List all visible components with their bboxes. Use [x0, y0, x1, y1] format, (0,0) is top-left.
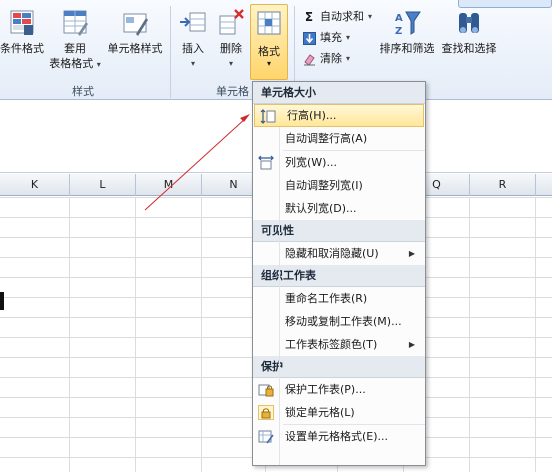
sort-filter-label: 排序和筛选	[379, 42, 435, 55]
menu-item-row-height[interactable]: 行高(H)...	[254, 104, 424, 127]
menu-item-label: 列宽(W)...	[285, 156, 337, 169]
sort-filter-icon: A Z	[392, 8, 422, 38]
table-format-icon	[60, 8, 90, 38]
menu-item-lock-cell[interactable]: 锁定单元格(L)	[253, 401, 425, 424]
cell-fragment	[0, 292, 4, 310]
column-header[interactable]: L	[70, 174, 136, 196]
menu-item-autofit-column-width[interactable]: 自动调整列宽(I)	[253, 174, 425, 197]
submenu-arrow-icon: ▶	[408, 340, 415, 349]
menu-item-label: 设置单元格格式(E)...	[285, 430, 389, 443]
submenu-arrow-icon: ▶	[408, 249, 415, 258]
menu-item-autofit-row-height[interactable]: 自动调整行高(A)	[253, 127, 425, 150]
menu-item-label: 默认列宽(D)...	[285, 202, 357, 215]
format-dropdown: ▾	[266, 59, 271, 68]
format-as-table-button[interactable]: 套用 表格格式 ▾	[48, 8, 102, 72]
cell-styles-icon	[120, 8, 150, 38]
fill-label: 填充	[320, 31, 342, 44]
menu-item-label: 锁定单元格(L)	[285, 406, 355, 419]
cells-group-label: 单元格	[216, 85, 249, 98]
lock-cell-icon	[258, 405, 274, 420]
protect-sheet-icon	[258, 382, 274, 397]
insert-button[interactable]: 插入 ▾	[176, 8, 210, 71]
svg-text:A: A	[395, 13, 403, 24]
menu-item-label: 移动或复制工作表(M)...	[285, 315, 402, 328]
conditional-format-icon	[7, 8, 37, 38]
menu-item-tab-color[interactable]: 工作表标签颜色(T) ▶	[253, 333, 425, 356]
menu-item-label: 保护工作表(P)...	[285, 383, 366, 396]
menu-section-header-cell-size: 单元格大小	[253, 82, 425, 104]
clear-dropdown: ▾	[346, 54, 351, 63]
conditional-format-label: 条件格式	[0, 42, 44, 55]
eraser-icon	[302, 52, 316, 66]
cell-styles-button[interactable]: 单元格样式	[104, 8, 166, 56]
menu-item-label: 重命名工作表(R)	[285, 292, 368, 305]
format-dropdown-menu: 单元格大小 行高(H)... 自动调整行高(A) 列宽(W)... 自动调整列宽…	[252, 81, 426, 466]
delete-label: 删除	[220, 42, 242, 55]
column-header[interactable]: R	[470, 174, 536, 196]
menu-item-column-width[interactable]: 列宽(W)...	[253, 151, 425, 174]
menu-item-move-copy-sheet[interactable]: 移动或复制工作表(M)...	[253, 310, 425, 333]
clear-button[interactable]: 清除 ▾	[302, 50, 350, 68]
autosum-label: 自动求和	[320, 10, 364, 23]
grid-line	[69, 197, 70, 472]
menu-item-label: 隐藏和取消隐藏(U)	[285, 247, 379, 260]
format-label: 格式	[258, 45, 280, 58]
find-select-label: 查找和选择	[441, 42, 497, 55]
sort-filter-button[interactable]: A Z 排序和筛选	[376, 8, 438, 56]
format-cells-grid-icon	[257, 11, 281, 35]
menu-item-default-width[interactable]: 默认列宽(D)...	[253, 197, 425, 220]
row-height-icon	[260, 109, 276, 124]
grid-line	[535, 197, 536, 472]
clear-label: 清除	[320, 52, 342, 65]
insert-dropdown[interactable]: ▾	[176, 56, 210, 71]
menu-item-label: 行高(H)...	[287, 109, 337, 122]
group-separator	[170, 6, 171, 98]
styles-group-label: 样式	[72, 85, 94, 98]
delete-button[interactable]: 删除 ▾	[214, 8, 248, 71]
binoculars-icon	[454, 8, 484, 38]
menu-item-format-cells[interactable]: 设置单元格格式(E)...	[253, 425, 425, 448]
grid-line	[201, 197, 202, 472]
table-format-label-1: 套用	[64, 42, 86, 55]
column-width-icon	[258, 155, 274, 170]
grid-line	[469, 197, 470, 472]
cell-styles-label: 单元格样式	[107, 42, 163, 55]
table-format-label-2: 表格格式 ▾	[49, 57, 101, 70]
menu-item-label: 自动调整行高(A)	[285, 132, 368, 145]
fill-dropdown: ▾	[346, 33, 351, 42]
menu-item-label: 自动调整列宽(I)	[285, 179, 363, 192]
delete-cells-icon	[216, 8, 246, 38]
sigma-icon: Σ	[304, 10, 314, 24]
autosum-button[interactable]: Σ 自动求和 ▾	[302, 8, 372, 26]
column-header[interactable]: M	[136, 174, 202, 196]
column-header[interactable]: K	[0, 174, 70, 196]
menu-item-hide-unhide[interactable]: 隐藏和取消隐藏(U) ▶	[253, 242, 425, 265]
autosum-dropdown: ▾	[368, 12, 373, 21]
menu-item-label: 工作表标签颜色(T)	[285, 338, 378, 351]
format-button[interactable]: 格式 ▾	[250, 4, 288, 80]
delete-dropdown[interactable]: ▾	[214, 56, 248, 71]
find-select-button[interactable]: 查找和选择	[438, 8, 500, 56]
grid-line	[135, 197, 136, 472]
menu-item-protect-sheet[interactable]: 保护工作表(P)...	[253, 378, 425, 401]
top-help-button[interactable]	[458, 0, 552, 8]
insert-cells-icon	[178, 8, 208, 38]
menu-item-rename-sheet[interactable]: 重命名工作表(R)	[253, 287, 425, 310]
fill-down-icon	[302, 31, 316, 45]
fill-button[interactable]: 填充 ▾	[302, 29, 350, 47]
format-cells-icon	[258, 429, 274, 444]
svg-text:Z: Z	[395, 26, 402, 37]
conditional-format-button[interactable]: 条件格式	[0, 8, 46, 56]
insert-label: 插入	[182, 42, 204, 55]
